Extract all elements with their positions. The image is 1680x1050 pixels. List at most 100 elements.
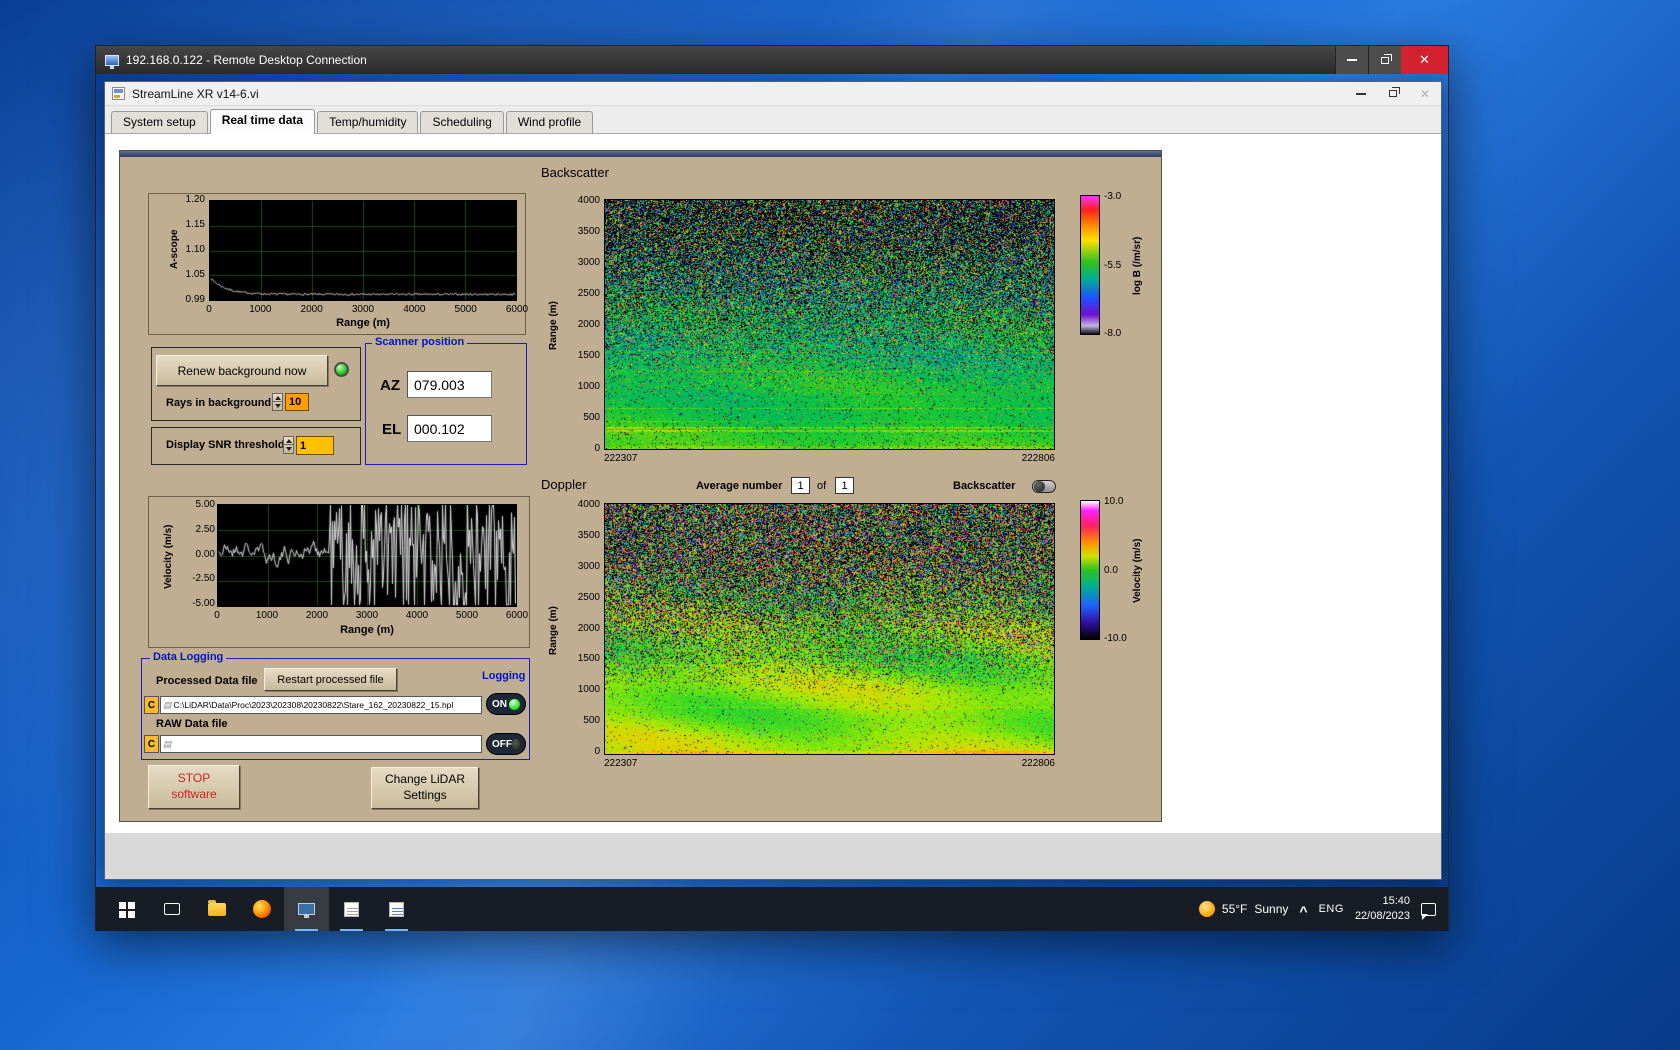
tick-label: -5.00 [192,598,215,609]
tick-label: -8.0 [1104,328,1122,339]
tab-temp-humidity[interactable]: Temp/humidity [317,111,419,133]
snr-threshold-group: Display SNR threshold 1 [151,427,361,465]
minimize-icon [1356,92,1366,95]
rays-value-field[interactable]: 10 [285,393,309,411]
tab-scheduling[interactable]: Scheduling [420,111,504,133]
spin-up-icon[interactable] [273,394,282,402]
tab-real-time-data[interactable]: Real time data [209,109,316,134]
processed-logging-toggle[interactable]: ON [486,693,526,715]
average-total-field[interactable]: 1 [835,477,854,494]
firefox-button[interactable] [239,887,284,931]
tick-label: 5000 [455,610,479,621]
tick-label: -10.0 [1104,633,1127,644]
backscatter-section-title: Backscatter [541,165,609,180]
remote-app-icon [298,903,315,918]
tab-strip: System setup Real time data Temp/humidit… [105,106,1441,134]
scan-scheduler-taskbar-button[interactable] [329,887,374,931]
tick-label: 3000 [351,304,375,315]
taskbar-clock[interactable]: 15:40 22/08/2023 [1355,894,1410,924]
restore-icon [1381,53,1392,64]
renew-background-button[interactable]: Renew background now [156,355,328,386]
remote-desktop: StreamLine XR v14-6.vi ✕ System setup Re… [96,74,1448,931]
background-controls-group: Renew background now Rays in background … [151,347,361,421]
doppler-heatmap-canvas [604,503,1055,755]
tick-label: 500 [583,412,600,423]
velocity-y-ticks: 5.00 2.50 0.00 -2.50 -5.00 [175,499,215,609]
browse-icon[interactable]: ▤ [161,700,174,711]
raw-drive-button[interactable]: C [144,735,159,753]
ascope-y-ticks: 1.20 1.15 1.10 1.05 0.99 [173,194,205,305]
azimuth-label: AZ [380,377,400,394]
weather-desc: Sunny [1254,902,1289,916]
tick-label: 1000 [577,684,600,696]
processed-drive-button[interactable]: C [144,696,159,714]
app-minimize-button[interactable] [1345,82,1377,105]
app-titlebar[interactable]: StreamLine XR v14-6.vi ✕ [105,82,1441,106]
tick-label: 5000 [454,304,477,315]
processed-path-field[interactable]: ▤ C:\LiDAR\Data\Proc\2023\202308\20230822… [160,696,482,714]
spin-down-icon[interactable] [284,445,293,453]
doppler-y-ticks: 4000 3500 3000 2500 2000 1500 1000 500 0 [560,499,600,757]
rdp-titlebar[interactable]: 192.168.0.122 - Remote Desktop Connectio… [96,46,1448,74]
start-button[interactable] [104,887,149,931]
tick-label: 500 [583,715,600,727]
notification-center-icon[interactable] [1421,902,1436,920]
data-logging-group: Data Logging Processed Data file Restart… [141,651,530,760]
ascope-graph: A-scope 1.20 1.15 1.10 1.05 0.99 0 1000 2000 30… [148,193,528,335]
tick-label: 6000 [505,304,529,315]
azimuth-value-field[interactable]: 079.003 [407,371,492,398]
tick-label: 222307 [604,758,638,769]
tick-label: 2000 [300,304,323,315]
snr-spinner[interactable] [283,436,294,454]
snr-value-field[interactable]: 1 [296,436,334,455]
streamline-taskbar-button[interactable] [284,887,329,931]
rdp-close-button[interactable]: ✕ [1401,46,1448,74]
language-indicator[interactable]: ENG [1319,903,1344,915]
rdp-title: 192.168.0.122 - Remote Desktop Connectio… [126,53,367,67]
stop-software-button[interactable]: STOP software [148,765,240,809]
scan-schedule-icon [344,901,359,917]
tab-system-setup[interactable]: System setup [111,111,208,133]
backscatter-display-toggle[interactable] [1032,480,1056,493]
panel-top-decoration [120,151,1161,157]
stop-line1: STOP [177,771,211,786]
doppler-x-ticks: 222307 222806 [604,758,1055,769]
file-explorer-button[interactable] [194,887,239,931]
app-restore-button[interactable] [1377,82,1409,105]
tick-label: -2.50 [192,573,215,585]
rays-spinner[interactable] [272,393,283,411]
change-lidar-settings-button[interactable]: Change LiDAR Settings [371,767,479,809]
backscatter-y-ticks: 4000 3500 3000 2500 2000 1500 1000 500 0 [560,195,600,454]
of-label: of [817,480,827,492]
tray-chevron-up-icon[interactable]: ^ [1299,904,1307,918]
rdp-minimize-button[interactable] [1335,46,1368,74]
restart-processed-file-button[interactable]: Restart processed file [264,668,397,691]
raw-path-field[interactable]: ▤ [160,735,482,753]
browse-icon[interactable]: ▤ [161,739,174,750]
rdp-restore-button[interactable] [1368,46,1401,74]
spin-down-icon[interactable] [273,402,282,410]
settings-line2: Settings [403,788,447,802]
task-view-button[interactable] [149,887,194,931]
tick-label: 0.0 [1104,564,1118,576]
task-view-icon [163,903,180,915]
elevation-value-field[interactable]: 000.102 [407,415,492,442]
settings-line1: Change LiDAR [384,772,466,787]
average-number-field[interactable]: 1 [791,477,810,494]
backscatter-colorbar-ticks: -3.0 -5.5 -8.0 [1104,191,1134,339]
tick-label: 0 [594,746,600,757]
tick-label: -3.0 [1104,191,1122,202]
document-app-taskbar-button[interactable] [374,887,419,931]
app-close-button[interactable]: ✕ [1409,82,1441,105]
velocity-x-ticks: 0 1000 2000 3000 4000 5000 6000 [202,610,532,621]
weather-widget[interactable]: 55°F Sunny [1198,901,1289,917]
firefox-icon [252,900,271,918]
spin-up-icon[interactable] [284,437,293,445]
doppler-colorbar-label: Velocity (m/s) [1132,538,1143,604]
off-led-icon [512,738,520,750]
tab-wind-profile[interactable]: Wind profile [505,111,594,133]
clock-date: 22/08/2023 [1354,910,1410,922]
minimize-icon [1347,59,1357,61]
tick-label: 0 [214,610,220,621]
raw-logging-toggle[interactable]: OFF [486,733,526,755]
